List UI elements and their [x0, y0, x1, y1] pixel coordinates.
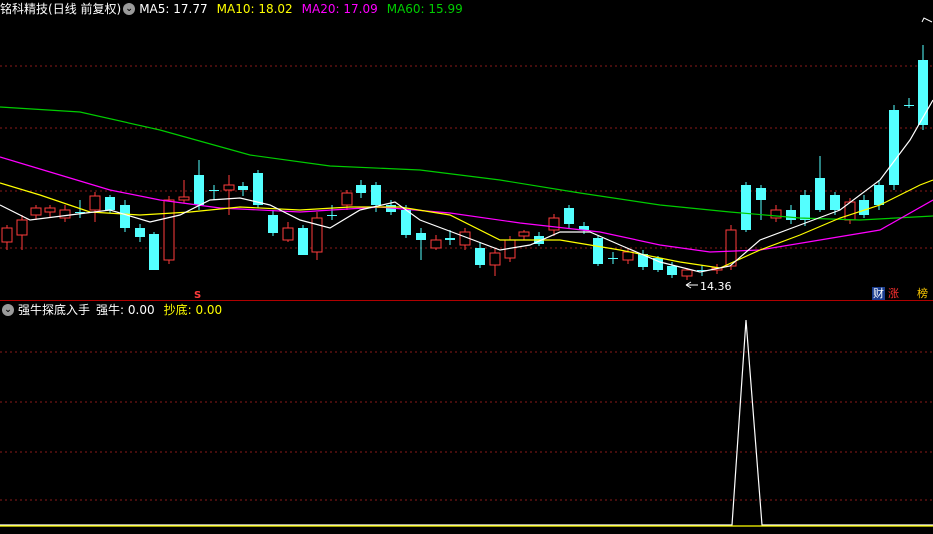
- candle-body-down: [149, 234, 159, 270]
- candle-body-up: [548, 217, 560, 231]
- candle-body-down: [667, 266, 677, 275]
- candle-body-up: [622, 251, 634, 261]
- candle-body-down: [268, 215, 278, 233]
- kline-chart-window: 14.36 S 铭科精技 (日线 前复权) ⌄ MA5: 17.77 MA10: …: [0, 0, 933, 534]
- candle-body-down: [445, 238, 455, 240]
- candle-body-up: [489, 252, 501, 266]
- candle-body-up: [89, 195, 101, 211]
- candle-body-up: [341, 192, 353, 206]
- indicator-name: 强牛探底入手: [18, 303, 91, 317]
- ranking-badge[interactable]: 榜: [916, 287, 929, 300]
- candle-body-down: [874, 185, 884, 205]
- period-label: (日线 前复权): [48, 2, 122, 16]
- candle-body-down: [416, 233, 426, 240]
- candle-body-down: [608, 258, 618, 259]
- chart-canvas[interactable]: 14.36S: [0, 0, 933, 534]
- candle-body-up: [725, 229, 737, 267]
- chaodi-value: 抄底: 0.00: [163, 303, 223, 317]
- candle-body-up: [30, 207, 42, 216]
- candle-body-down: [475, 248, 485, 265]
- candle-body-down: [356, 185, 366, 193]
- candle-body-down: [904, 105, 914, 106]
- candle-body-down: [401, 210, 411, 235]
- candle-body-down: [756, 188, 766, 200]
- candle-body-down: [741, 185, 751, 230]
- candle-body-down: [815, 178, 825, 210]
- chevron-down-icon[interactable]: ⌄: [2, 304, 14, 316]
- candle-body-up: [681, 269, 693, 277]
- candle-body-up: [16, 219, 28, 236]
- ma60-line: [0, 106, 933, 221]
- candle-body-down: [800, 195, 810, 220]
- ma60-legend: MA60: 15.99: [386, 2, 463, 16]
- candle-body-up: [282, 227, 294, 241]
- candle-body-down: [238, 186, 248, 190]
- candle-body-down: [105, 197, 115, 210]
- ma20-legend: MA20: 17.09: [301, 2, 378, 16]
- candle-body-up: [44, 207, 56, 213]
- ma5-legend: MA5: 17.77: [139, 2, 208, 16]
- candle-body-up: [163, 199, 175, 261]
- ma10-legend: MA10: 18.02: [216, 2, 293, 16]
- candle-body-down: [889, 110, 899, 185]
- candle-body-down: [135, 228, 145, 237]
- candle-body-down: [371, 185, 381, 205]
- candle-body-down: [194, 175, 204, 205]
- candle-body-down: [120, 205, 130, 228]
- stock-name: 铭科精技: [0, 2, 49, 16]
- candle-body-down: [209, 190, 219, 191]
- candle-body-down: [327, 215, 337, 216]
- candle-body-up: [430, 239, 442, 249]
- candle-body-down: [786, 210, 796, 220]
- candle-body-down: [918, 60, 928, 125]
- candle-body-down: [253, 173, 263, 205]
- candle-body-down: [564, 208, 574, 224]
- chevron-down-icon[interactable]: ⌄: [123, 3, 136, 15]
- qiangniu-value: 强牛: 0.00: [96, 303, 155, 317]
- finance-badge[interactable]: 财: [872, 287, 885, 300]
- low-price-label: 14.36: [700, 280, 732, 293]
- candle-body-down: [298, 228, 308, 255]
- candle-body-up: [518, 231, 530, 237]
- qiangniu-line: [0, 319, 933, 526]
- candle-body-up: [59, 209, 71, 219]
- indicator-header: ⌄ 强牛探底入手 强牛: 0.00 抄底: 0.00: [0, 301, 231, 319]
- main-chart-header: 铭科精技 (日线 前复权) ⌄ MA5: 17.77 MA10: 18.02 M…: [0, 0, 472, 18]
- rise-badge[interactable]: 涨: [887, 287, 900, 300]
- candle-body-up: [178, 196, 190, 201]
- candle-body-down: [830, 195, 840, 210]
- candle-body-up: [1, 227, 13, 243]
- candle-body-up: [223, 184, 235, 191]
- candle-body-down: [593, 238, 603, 264]
- candle-body-down: [859, 200, 869, 215]
- high-marker: [921, 17, 933, 23]
